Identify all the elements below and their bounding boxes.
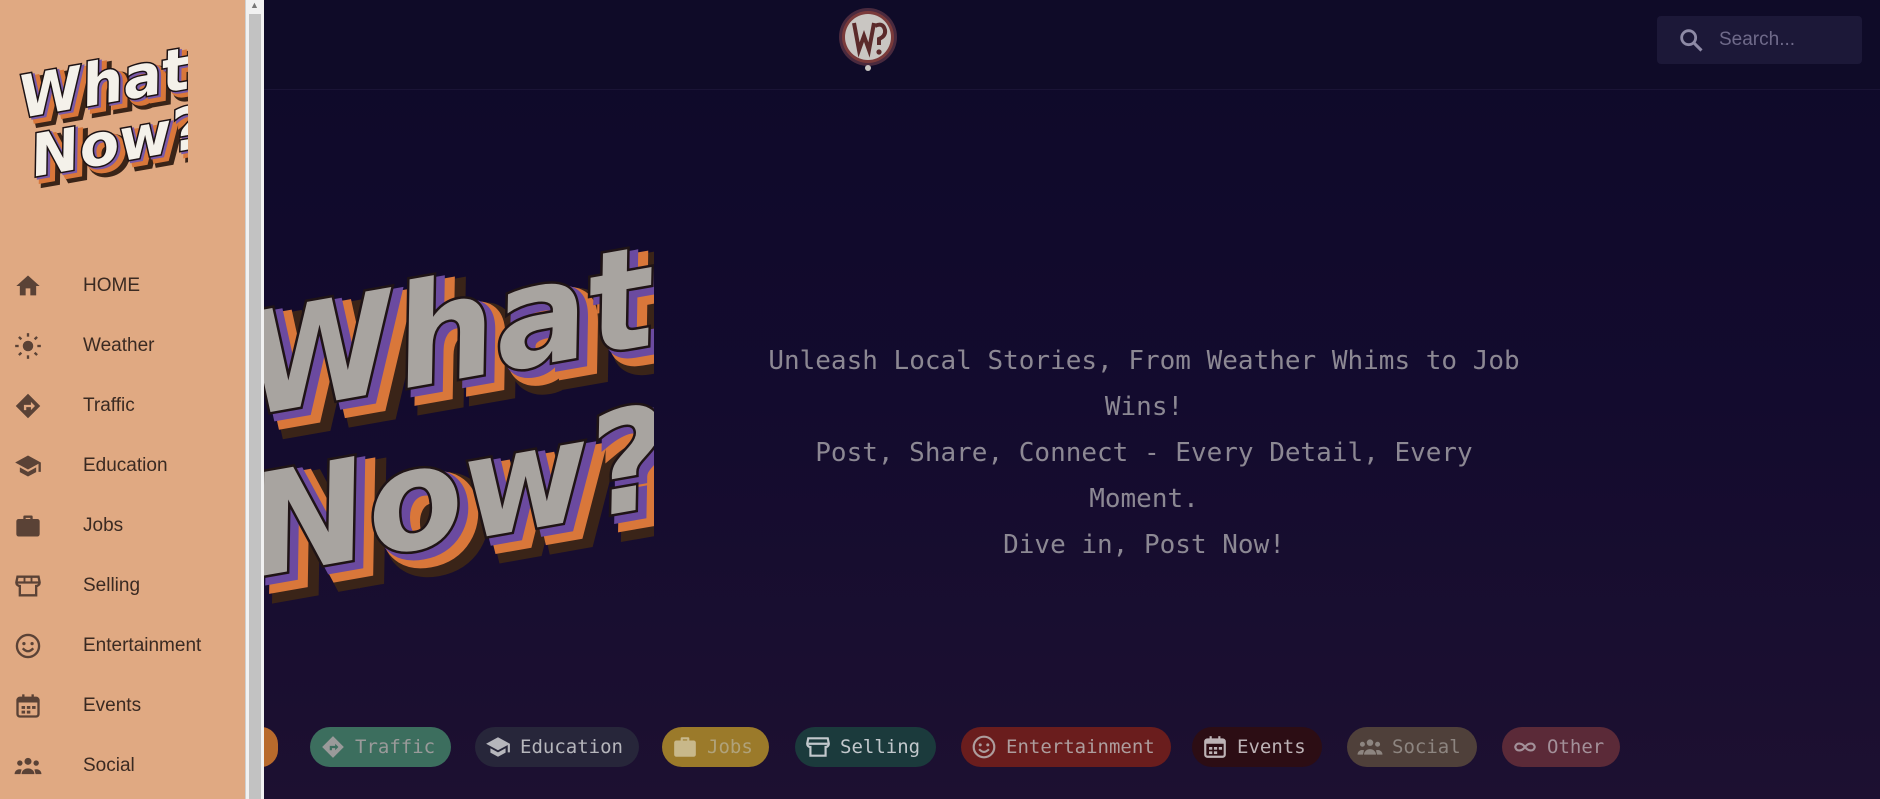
directions-icon bbox=[15, 393, 41, 419]
category-chip-row: Traffic Education Jobs Selling Entertain… bbox=[264, 727, 1880, 767]
category-chip-social[interactable]: Social bbox=[1347, 727, 1477, 767]
infinity-icon bbox=[1514, 742, 1536, 752]
chip-label: Selling bbox=[840, 736, 921, 758]
people-icon bbox=[14, 757, 42, 775]
sidebar-item-label: Weather bbox=[83, 335, 155, 356]
category-chip-events[interactable]: Events bbox=[1192, 727, 1322, 767]
sidebar-item-traffic[interactable]: Traffic bbox=[0, 376, 245, 436]
hero-tagline: Unleash Local Stories, From Weather Whim… bbox=[754, 338, 1534, 568]
category-chip-education[interactable]: Education bbox=[475, 727, 639, 767]
sidebar-item-label: Selling bbox=[83, 575, 141, 596]
category-chip-jobs[interactable]: Jobs bbox=[662, 727, 769, 767]
sidebar-item-label: Education bbox=[83, 455, 168, 476]
chip-label: Jobs bbox=[707, 736, 753, 758]
chip-label: Traffic bbox=[355, 736, 436, 758]
category-chip-weather-partial[interactable] bbox=[264, 727, 278, 767]
calendar-icon bbox=[16, 694, 40, 718]
chip-label: Entertainment bbox=[1006, 736, 1155, 758]
tagline-line-2: Post, Share, Connect - Every Detail, Eve… bbox=[815, 438, 1473, 514]
sidebar-item-label: Events bbox=[83, 695, 142, 716]
school-icon bbox=[486, 737, 510, 757]
tagline-line-1: Unleash Local Stories, From Weather Whim… bbox=[768, 346, 1520, 422]
sidebar-item-selling[interactable]: Selling bbox=[0, 556, 245, 616]
search-icon bbox=[1680, 29, 1703, 52]
drawer-logo-image[interactable]: What What What What Now? Now? Now? Now? bbox=[16, 42, 188, 198]
smiley-icon bbox=[15, 633, 41, 659]
search-box[interactable] bbox=[1657, 16, 1862, 64]
sidebar-item-entertainment[interactable]: Entertainment bbox=[0, 616, 245, 676]
sidebar-item-education[interactable]: Education bbox=[0, 436, 245, 496]
chip-label: Events bbox=[1237, 736, 1306, 758]
navigation-drawer: What What What What Now? Now? Now? Now? … bbox=[0, 0, 245, 799]
category-chip-other[interactable]: Other bbox=[1502, 727, 1621, 767]
chip-label: Other bbox=[1547, 736, 1605, 758]
category-chip-entertainment[interactable]: Entertainment bbox=[961, 727, 1171, 767]
storefront-icon bbox=[15, 575, 41, 597]
sidebar-item-label: HOME bbox=[83, 275, 140, 296]
search-input[interactable] bbox=[1719, 29, 1859, 51]
drawer-scrollbar[interactable]: ▲ bbox=[245, 0, 264, 799]
sun-icon bbox=[15, 333, 41, 359]
sidebar-nav: HOME Weather Traffic Education Jobs Sell… bbox=[0, 256, 245, 796]
sidebar-item-jobs[interactable]: Jobs bbox=[0, 496, 245, 556]
top-app-bar bbox=[264, 0, 1880, 90]
sidebar-item-events[interactable]: Events bbox=[0, 676, 245, 736]
sidebar-item-weather[interactable]: Weather bbox=[0, 316, 245, 376]
scroll-up-arrow-icon[interactable]: ▲ bbox=[250, 0, 259, 10]
briefcase-icon bbox=[674, 737, 696, 757]
sidebar-item-label: Entertainment bbox=[83, 635, 202, 656]
storefront-icon bbox=[806, 737, 830, 757]
sidebar-item-label: Social bbox=[83, 755, 135, 776]
sidebar-item-label: Jobs bbox=[83, 515, 124, 536]
hero-logo-image: What What What What Now? Now? Now? Now? bbox=[264, 230, 654, 620]
chip-label: Education bbox=[520, 736, 623, 758]
school-icon bbox=[15, 455, 41, 477]
directions-icon bbox=[322, 736, 344, 758]
category-chip-traffic[interactable]: Traffic bbox=[310, 727, 452, 767]
category-chip-selling[interactable]: Selling bbox=[795, 727, 937, 767]
home-icon bbox=[16, 275, 40, 296]
sidebar-item-social[interactable]: Social bbox=[0, 736, 245, 796]
calendar-icon bbox=[1204, 736, 1226, 758]
people-icon bbox=[1357, 739, 1383, 755]
briefcase-icon bbox=[16, 515, 40, 537]
app-logo-icon[interactable] bbox=[837, 6, 899, 72]
sidebar-item-label: Traffic bbox=[83, 395, 135, 416]
sidebar-item-home[interactable]: HOME bbox=[0, 256, 245, 316]
smiley-icon bbox=[972, 735, 996, 759]
chip-label: Social bbox=[1392, 736, 1461, 758]
scrollbar-thumb[interactable] bbox=[249, 14, 261, 799]
tagline-line-3: Dive in, Post Now! bbox=[1003, 530, 1285, 560]
main-content: What What What What Now? Now? Now? Now? … bbox=[264, 0, 1880, 799]
